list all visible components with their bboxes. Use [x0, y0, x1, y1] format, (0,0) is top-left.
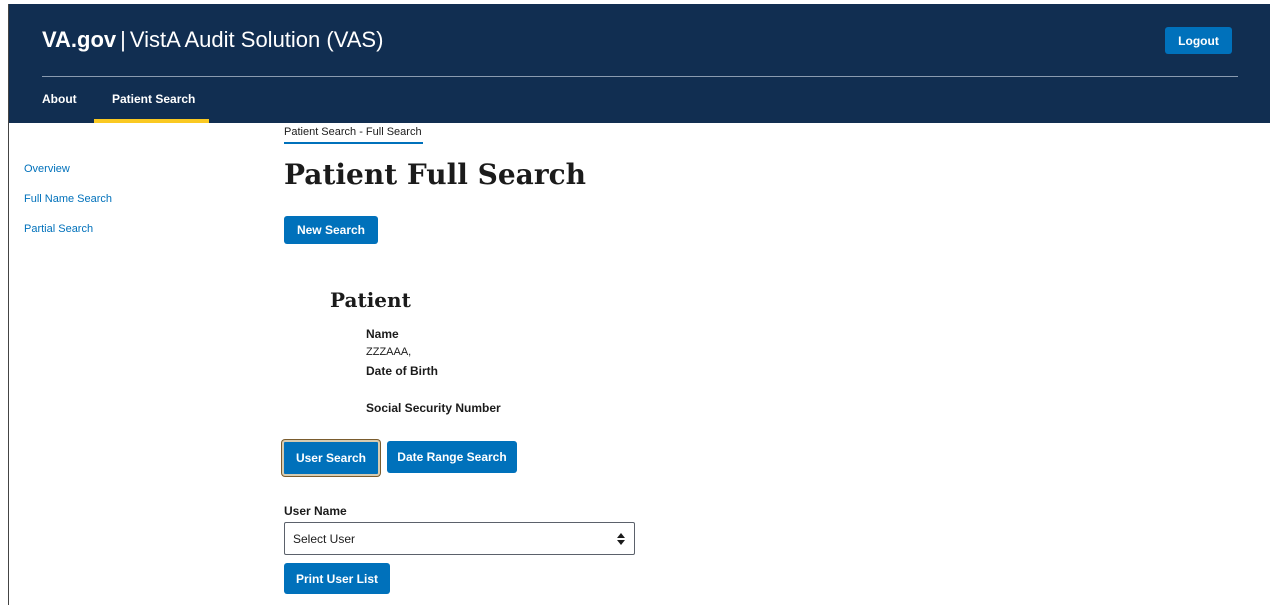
sidebar-item-partial-search[interactable]: Partial Search — [24, 222, 93, 236]
nav-item-about[interactable]: About — [42, 92, 77, 106]
page-title: Patient Full Search — [284, 158, 586, 191]
user-name-select-value: Select User — [293, 532, 356, 546]
header-divider — [42, 76, 1238, 77]
breadcrumb[interactable]: Patient Search - Full Search — [284, 125, 422, 139]
breadcrumb-underline — [284, 142, 423, 144]
patient-name-value: ZZZAAA, — [366, 346, 412, 358]
new-search-button[interactable]: New Search — [284, 216, 378, 244]
sidebar-item-overview[interactable]: Overview — [24, 162, 70, 176]
patient-section-title: Patient — [330, 288, 411, 312]
site-header: VA.gov | VistA Audit Solution (VAS) Logout… — [9, 4, 1270, 123]
user-name-select[interactable]: Select User — [284, 522, 635, 555]
brand-separator: | — [120, 27, 126, 52]
brand-logo-text: VA.gov — [42, 27, 117, 52]
print-user-list-button[interactable]: Print User List — [284, 563, 390, 594]
user-name-label: User Name — [284, 504, 347, 518]
date-range-search-button[interactable]: Date Range Search — [387, 441, 517, 473]
brand-title[interactable]: VA.gov | VistA Audit Solution (VAS) — [42, 26, 383, 54]
nav-active-indicator — [94, 119, 209, 123]
logout-button[interactable]: Logout — [1165, 27, 1232, 54]
patient-name-label: Name — [366, 327, 399, 341]
brand-app-name: VistA Audit Solution (VAS) — [129, 27, 384, 52]
patient-ssn-label: Social Security Number — [366, 401, 501, 415]
patient-dob-label: Date of Birth — [366, 364, 438, 378]
user-search-button[interactable]: User Search — [282, 440, 380, 476]
nav-item-patient-search[interactable]: Patient Search — [112, 92, 195, 106]
app-frame: VA.gov | VistA Audit Solution (VAS) Logout… — [8, 4, 1270, 605]
sidebar-item-full-name-search[interactable]: Full Name Search — [24, 192, 112, 206]
sort-arrows-icon — [617, 533, 625, 545]
